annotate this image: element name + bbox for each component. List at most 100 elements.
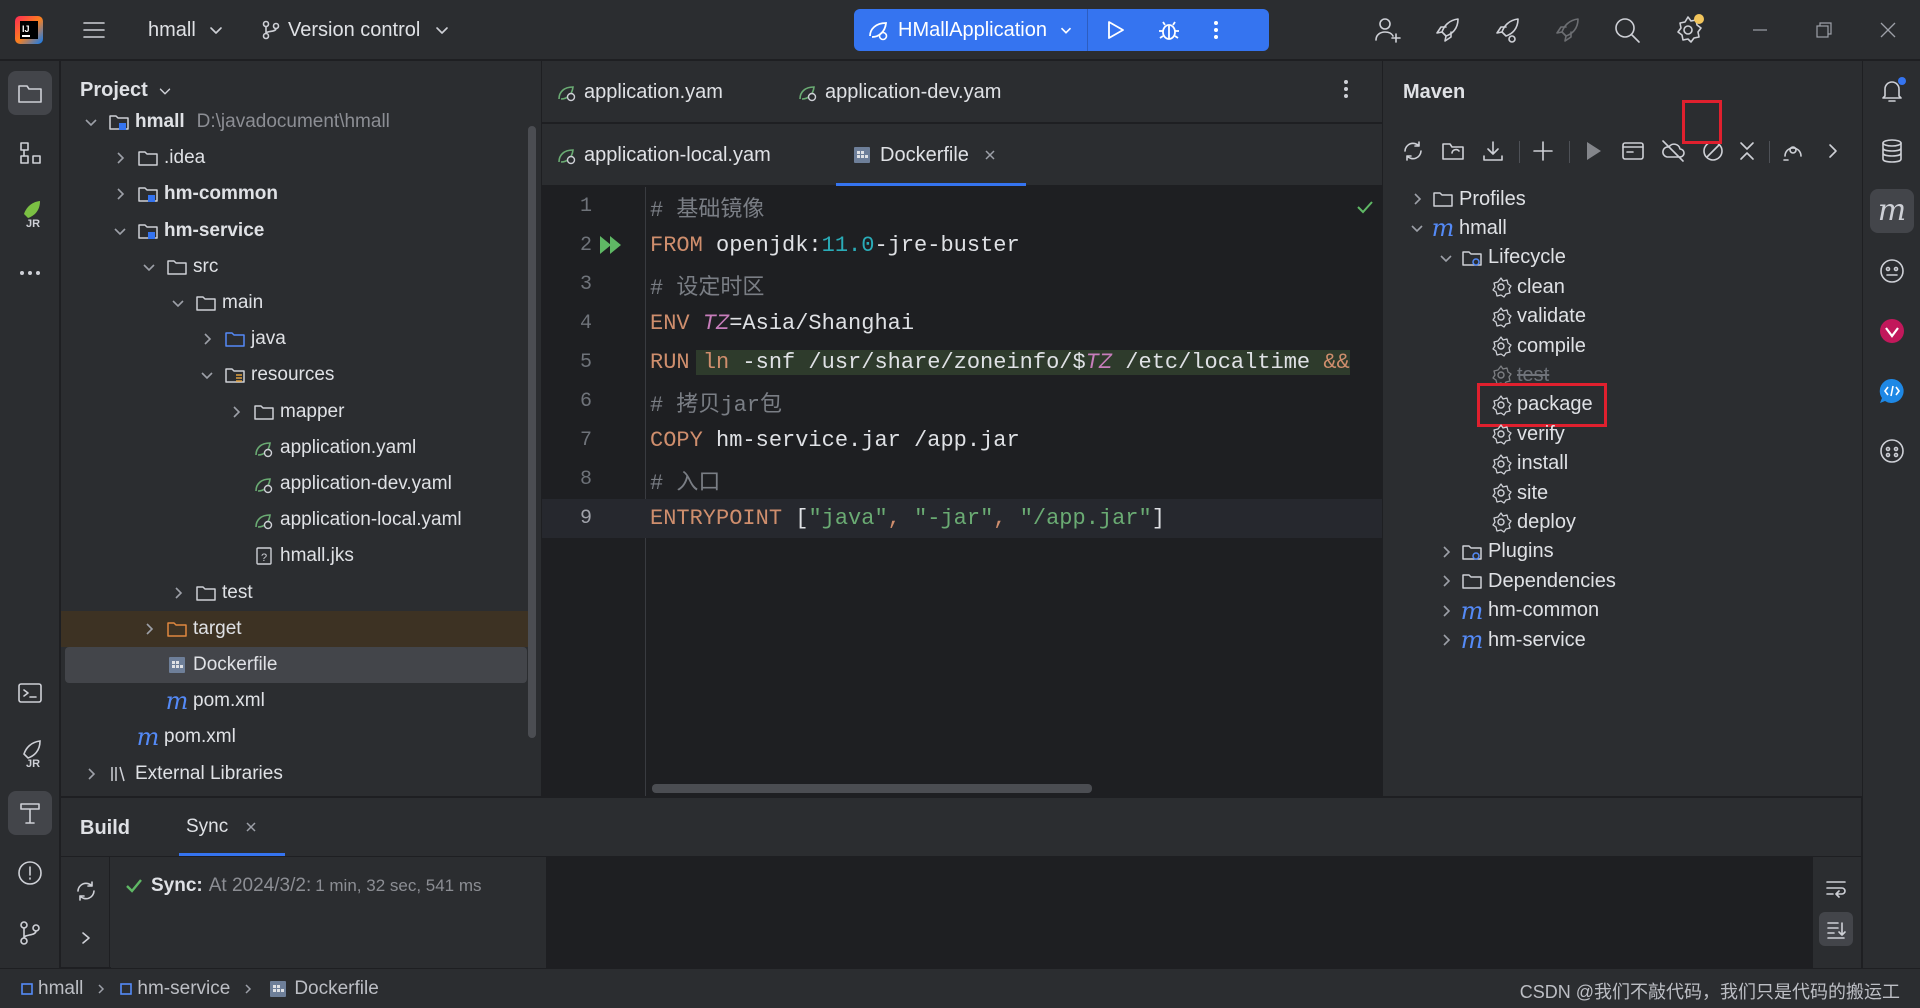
tree-scrollbar[interactable] [528, 126, 536, 738]
jrebel-console-button[interactable]: JR [8, 731, 52, 775]
terminal-tool-button[interactable] [8, 671, 52, 715]
tree-row-pom-xml[interactable]: m pom.xml [61, 719, 535, 755]
debug-button[interactable] [1142, 9, 1196, 51]
maven-tool-button[interactable]: m [1870, 189, 1914, 233]
chevron-down-icon[interactable] [168, 293, 188, 313]
maven-row-hm-service[interactable]: m hm-service [1436, 622, 1586, 658]
run-config-selector[interactable]: HMallApplication [854, 9, 1088, 51]
close-icon[interactable] [244, 820, 258, 834]
notifications-button[interactable] [1870, 69, 1914, 113]
git-tool-button[interactable] [8, 911, 52, 955]
jrebel-tool-button[interactable]: JR [8, 191, 52, 235]
build-tab[interactable]: Build [80, 817, 130, 840]
codegeex-button[interactable] [1870, 369, 1914, 413]
chevron-right-icon[interactable] [110, 148, 130, 168]
chevron-right-icon[interactable] [81, 764, 101, 784]
chevron-right-icon[interactable] [1407, 189, 1427, 209]
chevron-right-icon[interactable] [139, 619, 159, 639]
tree-row-hm-service[interactable]: hm-service [61, 213, 535, 249]
code-line-7[interactable]: 7 COPY hm-service.jar /app.jar [542, 421, 1382, 460]
project-tool-button[interactable] [8, 71, 52, 115]
horizontal-scrollbar[interactable] [652, 784, 1092, 793]
chevron-right-icon[interactable] [226, 402, 246, 422]
breadcrumb-hmall[interactable]: hmall [20, 978, 83, 1000]
close-icon[interactable] [983, 148, 997, 162]
code-line-5[interactable]: 5 RUN ln -snf /usr/share/zoneinfo/$TZ /et… [542, 343, 1382, 382]
restore-button[interactable] [1794, 0, 1854, 60]
project-switcher[interactable]: hmall [148, 0, 226, 60]
tree-row-application-yaml[interactable]: application.yaml [61, 430, 535, 466]
expand-button[interactable] [77, 928, 95, 948]
sync-result-row[interactable]: Sync: At 2024/3/2: 1 min, 32 sec, 541 ms [123, 875, 482, 897]
run-gutter-icon[interactable] [598, 234, 626, 256]
breadcrumb-dockerfile[interactable]: Dockerfile [266, 978, 379, 1000]
run-button[interactable] [1088, 9, 1142, 51]
more-actions-button[interactable] [1196, 9, 1236, 51]
rerun-button[interactable] [73, 878, 99, 904]
code-line-6[interactable]: 6 # 拷贝jar包 [542, 382, 1382, 421]
tree-row-test[interactable]: test [61, 575, 535, 611]
chevron-right-icon[interactable] [197, 329, 217, 349]
main-menu-icon[interactable] [80, 0, 108, 60]
database-tool-button[interactable] [1870, 129, 1914, 173]
tab-application-dev-yam[interactable]: application-dev.yam [797, 61, 1001, 123]
tree-row-resources[interactable]: resources [61, 357, 535, 393]
code-line-3[interactable]: 3 # 设定时区 [542, 265, 1382, 304]
chevron-down-icon[interactable] [1407, 218, 1427, 238]
build-console[interactable] [547, 857, 1813, 968]
code-line-1[interactable]: 1 # 基础镜像 [542, 187, 1382, 226]
tree-row-application-local-yaml[interactable]: application-local.yaml [61, 502, 535, 538]
chevron-right-icon[interactable] [168, 583, 188, 603]
tree-row-pom-xml[interactable]: m pom.xml [61, 683, 535, 719]
chevron-right-icon[interactable] [1436, 601, 1456, 621]
code-line-8[interactable]: 8 # 入口 [542, 460, 1382, 499]
more-tools-button[interactable] [8, 251, 52, 295]
tab-application-local-yam[interactable]: application-local.yam [556, 124, 771, 186]
jrebel-debug-button[interactable] [1492, 0, 1524, 60]
tab-application-yam[interactable]: application.yam [556, 61, 723, 123]
code-area[interactable]: 1 # 基础镜像 2 FROM openjdk:11.0-jre-buster 3 # 设… [542, 187, 1382, 767]
chevron-right-icon[interactable] [1436, 571, 1456, 591]
tree-row-src[interactable]: src [61, 249, 535, 285]
plugin-button[interactable] [1870, 309, 1914, 353]
code-line-2[interactable]: 2 FROM openjdk:11.0-jre-buster [542, 226, 1382, 265]
jrebel-disabled-button[interactable] [1552, 0, 1584, 60]
sync-tab[interactable]: Sync [170, 798, 322, 856]
vcs-widget[interactable]: Version control [260, 0, 452, 60]
code-line-9[interactable]: 9 ENTRYPOINT ["java", "-jar", "/app.jar"] [542, 499, 1382, 538]
search-button[interactable] [1612, 0, 1642, 60]
tree-row-main[interactable]: main [61, 285, 535, 321]
tree-row-target[interactable]: target [61, 610, 535, 647]
tree-row-application-dev-yaml[interactable]: application-dev.yaml [61, 466, 535, 502]
tab-dockerfile[interactable]: Dockerfile [836, 124, 1026, 186]
tree-row-java[interactable]: java [61, 321, 535, 357]
build-tool-button[interactable] [8, 791, 52, 835]
chevron-right-icon[interactable] [110, 184, 130, 204]
chevron-right-icon[interactable] [1436, 630, 1456, 650]
tab-options-button[interactable] [1342, 77, 1350, 101]
chevron-down-icon[interactable] [110, 221, 130, 241]
close-window-button[interactable] [1858, 0, 1918, 60]
problems-tool-button[interactable] [8, 851, 52, 895]
minimize-button[interactable] [1730, 0, 1790, 60]
tree-row-hmall[interactable]: hmall D:\javadocument\hmall [61, 104, 535, 140]
tree-row-hm-common[interactable]: hm-common [61, 176, 535, 212]
structure-tool-button[interactable] [8, 131, 52, 175]
tree-row-hmall-jks[interactable]: ? hmall.jks [61, 538, 535, 574]
soft-wrap-button[interactable] [1823, 875, 1849, 901]
tree-row-idea[interactable]: .idea [61, 140, 535, 176]
chevron-down-icon[interactable] [81, 112, 101, 132]
code-line-4[interactable]: 4 ENV TZ=Asia/Shanghai [542, 304, 1382, 343]
scroll-to-end-button[interactable] [1819, 912, 1853, 946]
chevron-down-icon[interactable] [139, 257, 159, 277]
tree-row-dockerfile[interactable]: Dockerfile [65, 647, 527, 683]
chevron-down-icon[interactable] [1436, 248, 1456, 268]
chevron-down-icon[interactable] [197, 365, 217, 385]
settings-button[interactable] [1672, 0, 1704, 60]
ai-assistant-button[interactable] [1870, 249, 1914, 293]
copilot-button[interactable] [1870, 429, 1914, 473]
breadcrumb-hm-service[interactable]: hm-service [119, 978, 230, 1000]
chevron-right-icon[interactable] [1436, 542, 1456, 562]
tree-row-external-libraries[interactable]: External Libraries [61, 756, 535, 792]
tree-row-mapper[interactable]: mapper [61, 394, 535, 430]
